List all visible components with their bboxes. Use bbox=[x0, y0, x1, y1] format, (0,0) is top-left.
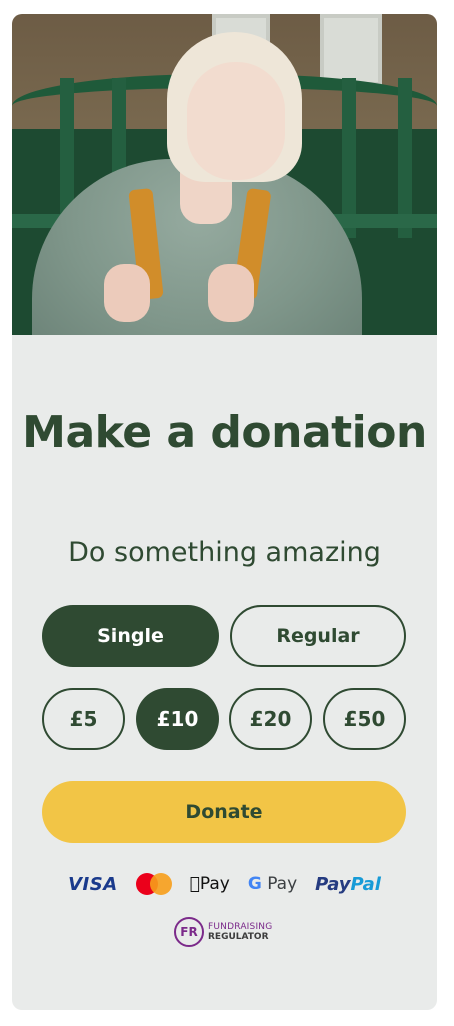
regulator-line2: REGULATOR bbox=[208, 932, 269, 942]
amount-50-button[interactable]: £50 bbox=[323, 688, 406, 750]
donation-card: Make a donation Do something amazing Sin… bbox=[12, 14, 437, 1010]
fr-badge-icon: FR bbox=[174, 917, 204, 947]
regular-frequency-button[interactable]: Regular bbox=[230, 605, 406, 667]
photo-window bbox=[320, 14, 382, 86]
mastercard-icon bbox=[135, 873, 172, 895]
payment-methods: VISA Pay G Pay PayPal bbox=[12, 872, 437, 896]
hero-photo bbox=[12, 14, 437, 335]
amount-20-button[interactable]: £20 bbox=[229, 688, 312, 750]
google-pay-icon: G Pay bbox=[242, 874, 297, 894]
photo-hand bbox=[104, 264, 150, 322]
paypal-icon: PayPal bbox=[310, 873, 381, 895]
donate-button[interactable]: Donate bbox=[42, 781, 406, 843]
page-title: Make a donation bbox=[22, 407, 427, 458]
amount-5-button[interactable]: £5 bbox=[42, 688, 125, 750]
amount-10-button[interactable]: £10 bbox=[136, 688, 219, 750]
visa-icon: VISA bbox=[68, 873, 118, 895]
single-frequency-button[interactable]: Single bbox=[42, 605, 219, 667]
photo-face bbox=[187, 62, 285, 180]
fundraising-regulator-logo: FR FUNDRAISING REGULATOR bbox=[174, 916, 272, 948]
page-subtitle: Do something amazing bbox=[68, 537, 381, 568]
regulator-line1: FUNDRAISING bbox=[208, 922, 273, 932]
photo-hand bbox=[208, 264, 254, 322]
apple-pay-icon: Pay bbox=[190, 874, 230, 894]
